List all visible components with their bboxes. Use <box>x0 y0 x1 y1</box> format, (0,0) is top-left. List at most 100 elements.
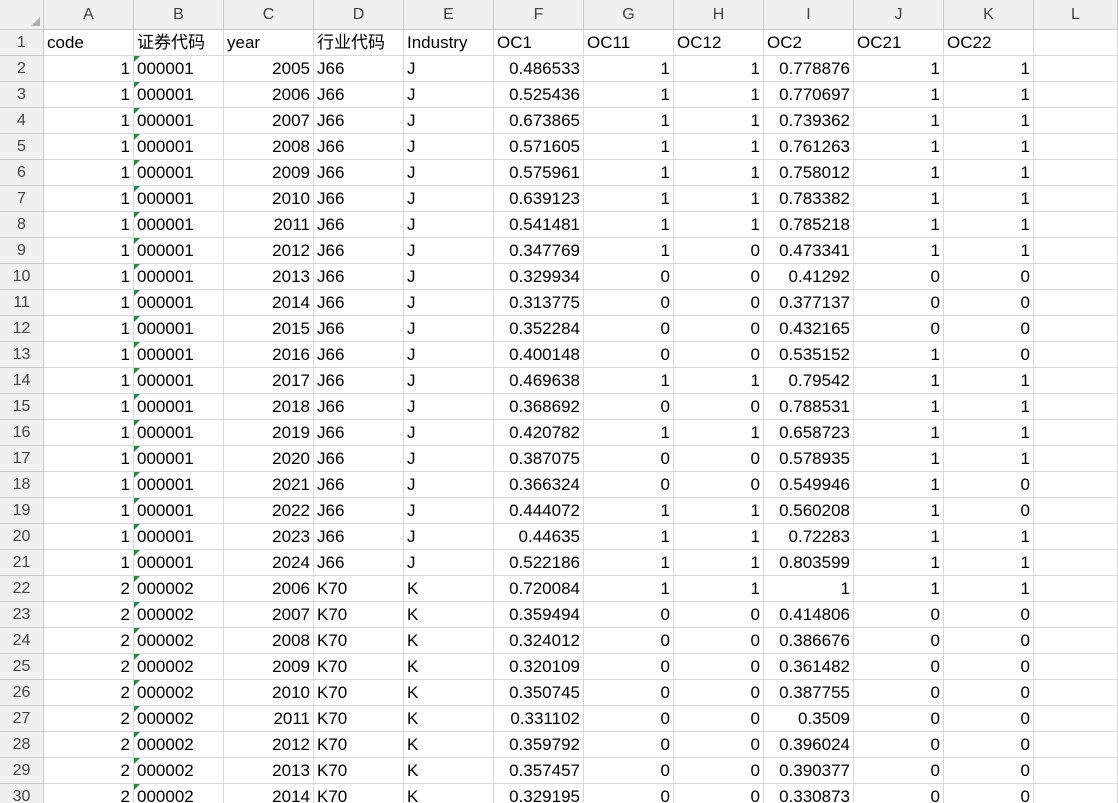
cell-l[interactable] <box>1034 30 1118 56</box>
column-header-g[interactable]: G <box>584 0 674 30</box>
cell-b[interactable]: 000002 <box>134 628 224 654</box>
cell-g[interactable]: 0 <box>584 732 674 758</box>
cell-a[interactable]: 1 <box>44 186 134 212</box>
row-header[interactable]: 30 <box>0 784 44 803</box>
cell-f[interactable]: 0.366324 <box>494 472 584 498</box>
cell-j[interactable]: 1 <box>854 160 944 186</box>
cell-f[interactable]: 0.639123 <box>494 186 584 212</box>
cell-a[interactable]: 1 <box>44 134 134 160</box>
cell-c[interactable]: 2012 <box>224 732 314 758</box>
cell-b[interactable]: 000002 <box>134 576 224 602</box>
row-header[interactable]: 17 <box>0 446 44 472</box>
cell-l[interactable] <box>1034 784 1118 803</box>
cell-c[interactable]: year <box>224 30 314 56</box>
cell-c[interactable]: 2019 <box>224 420 314 446</box>
cell-a[interactable]: 1 <box>44 524 134 550</box>
cell-c[interactable]: 2012 <box>224 238 314 264</box>
cell-a[interactable]: 1 <box>44 238 134 264</box>
cell-h[interactable]: 0 <box>674 264 764 290</box>
cell-h[interactable]: 0 <box>674 316 764 342</box>
cell-e[interactable]: J <box>404 186 494 212</box>
cell-l[interactable] <box>1034 212 1118 238</box>
cell-i[interactable]: OC2 <box>764 30 854 56</box>
cell-d[interactable]: J66 <box>314 264 404 290</box>
cell-d[interactable]: J66 <box>314 160 404 186</box>
row-header[interactable]: 18 <box>0 472 44 498</box>
column-header-d[interactable]: D <box>314 0 404 30</box>
cell-b[interactable]: 000002 <box>134 654 224 680</box>
cell-d[interactable]: K70 <box>314 680 404 706</box>
row-header[interactable]: 14 <box>0 368 44 394</box>
cell-h[interactable]: 0 <box>674 732 764 758</box>
cell-h[interactable]: 0 <box>674 680 764 706</box>
cell-a[interactable]: 1 <box>44 446 134 472</box>
cell-l[interactable] <box>1034 82 1118 108</box>
cell-h[interactable]: 1 <box>674 550 764 576</box>
cell-f[interactable]: 0.350745 <box>494 680 584 706</box>
cell-k[interactable]: 1 <box>944 420 1034 446</box>
cell-d[interactable]: K70 <box>314 602 404 628</box>
cell-f[interactable]: 0.525436 <box>494 82 584 108</box>
cell-f[interactable]: 0.541481 <box>494 212 584 238</box>
cell-i[interactable]: 0.386676 <box>764 628 854 654</box>
row-header[interactable]: 13 <box>0 342 44 368</box>
cell-b[interactable]: 000001 <box>134 524 224 550</box>
cell-e[interactable]: J <box>404 108 494 134</box>
cell-j[interactable]: 1 <box>854 368 944 394</box>
cell-e[interactable]: J <box>404 368 494 394</box>
cell-h[interactable]: 1 <box>674 212 764 238</box>
row-header[interactable]: 24 <box>0 628 44 654</box>
cell-f[interactable]: OC1 <box>494 30 584 56</box>
cell-k[interactable]: 0 <box>944 784 1034 803</box>
cell-j[interactable]: 0 <box>854 732 944 758</box>
cell-b[interactable]: 000002 <box>134 784 224 803</box>
cell-e[interactable]: J <box>404 290 494 316</box>
cell-k[interactable]: OC22 <box>944 30 1034 56</box>
cell-a[interactable]: 1 <box>44 368 134 394</box>
cell-c[interactable]: 2007 <box>224 602 314 628</box>
cell-k[interactable]: 1 <box>944 394 1034 420</box>
cell-e[interactable]: J <box>404 134 494 160</box>
cell-d[interactable]: J66 <box>314 238 404 264</box>
cell-i[interactable]: 1 <box>764 576 854 602</box>
column-header-k[interactable]: K <box>944 0 1034 30</box>
cell-c[interactable]: 2018 <box>224 394 314 420</box>
cell-f[interactable]: 0.400148 <box>494 342 584 368</box>
cell-k[interactable]: 1 <box>944 550 1034 576</box>
cell-k[interactable]: 0 <box>944 498 1034 524</box>
cell-d[interactable]: J66 <box>314 108 404 134</box>
cell-g[interactable]: 1 <box>584 576 674 602</box>
cell-c[interactable]: 2008 <box>224 134 314 160</box>
cell-i[interactable]: 0.41292 <box>764 264 854 290</box>
cell-d[interactable]: K70 <box>314 654 404 680</box>
cell-g[interactable]: 1 <box>584 420 674 446</box>
column-header-j[interactable]: J <box>854 0 944 30</box>
cell-h[interactable]: 0 <box>674 654 764 680</box>
cell-i[interactable]: 0.560208 <box>764 498 854 524</box>
cell-k[interactable]: 1 <box>944 212 1034 238</box>
cell-c[interactable]: 2023 <box>224 524 314 550</box>
cell-f[interactable]: 0.357457 <box>494 758 584 784</box>
cell-l[interactable] <box>1034 498 1118 524</box>
cell-l[interactable] <box>1034 446 1118 472</box>
cell-g[interactable]: 1 <box>584 134 674 160</box>
cell-a[interactable]: 1 <box>44 264 134 290</box>
cell-d[interactable]: J66 <box>314 316 404 342</box>
cell-f[interactable]: 0.720084 <box>494 576 584 602</box>
cell-c[interactable]: 2024 <box>224 550 314 576</box>
cell-b[interactable]: 000001 <box>134 316 224 342</box>
cell-e[interactable]: K <box>404 654 494 680</box>
cell-d[interactable]: K70 <box>314 628 404 654</box>
row-header[interactable]: 3 <box>0 82 44 108</box>
cell-h[interactable]: 1 <box>674 186 764 212</box>
cell-e[interactable]: J <box>404 264 494 290</box>
cell-h[interactable]: 1 <box>674 82 764 108</box>
cell-i[interactable]: 0.803599 <box>764 550 854 576</box>
cell-g[interactable]: 1 <box>584 238 674 264</box>
cell-g[interactable]: 0 <box>584 680 674 706</box>
cell-b[interactable]: 000001 <box>134 212 224 238</box>
cell-e[interactable]: K <box>404 602 494 628</box>
cell-i[interactable]: 0.535152 <box>764 342 854 368</box>
row-header[interactable]: 1 <box>0 30 44 56</box>
cell-g[interactable]: 0 <box>584 628 674 654</box>
